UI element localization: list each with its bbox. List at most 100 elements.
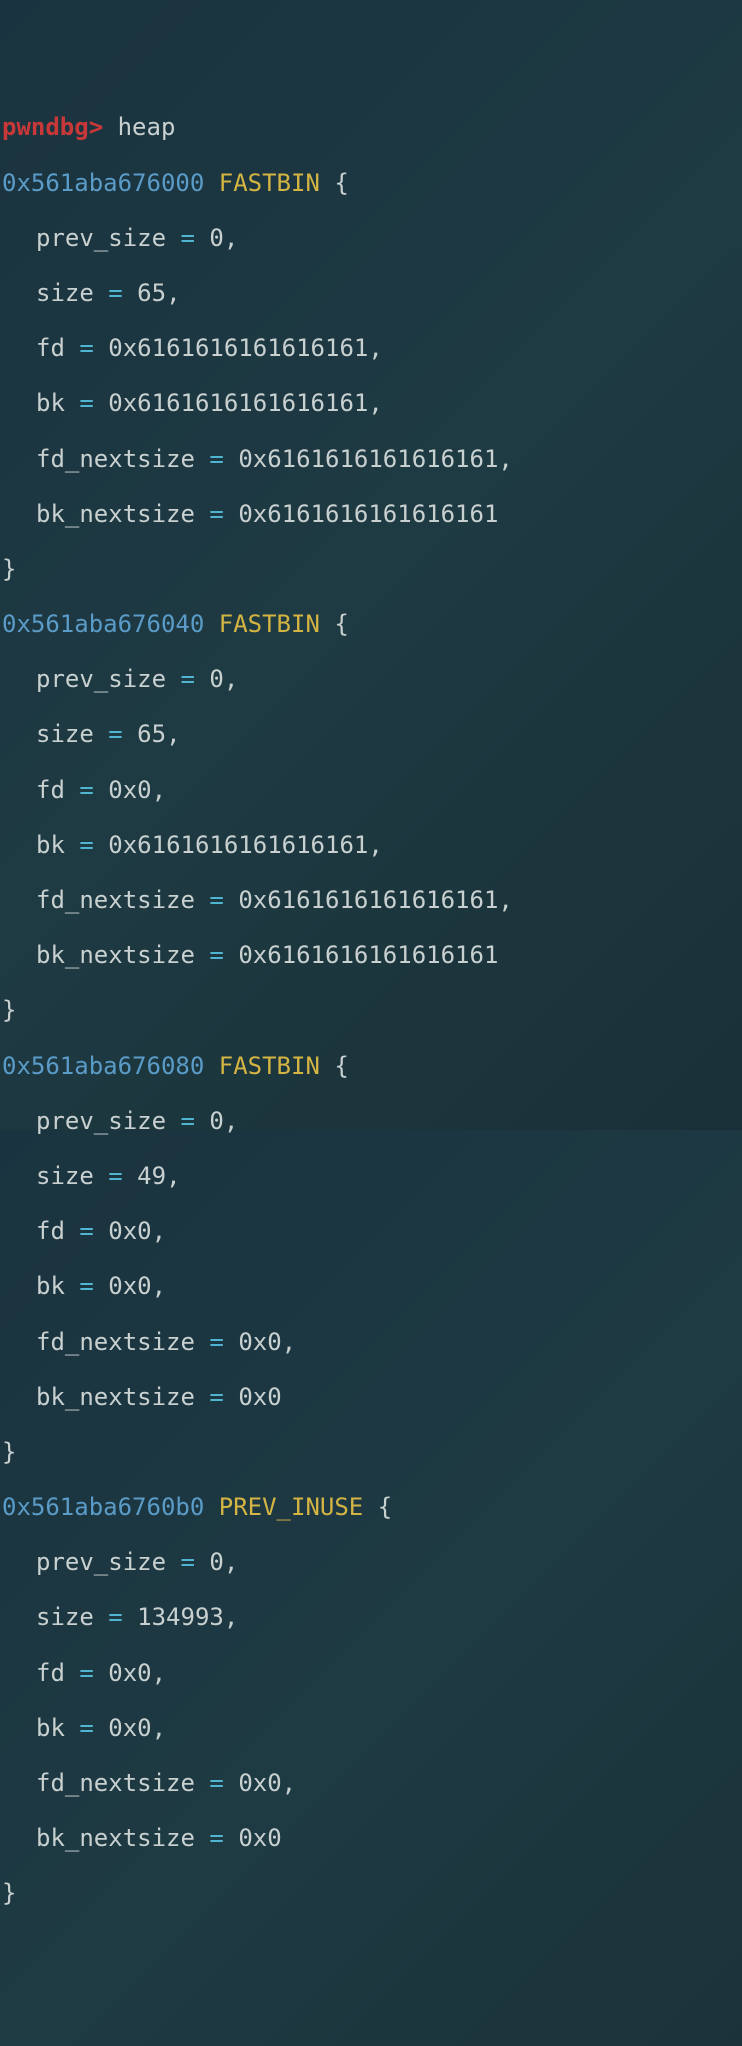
comma: , bbox=[224, 1107, 238, 1135]
close-brace: } bbox=[2, 1438, 16, 1466]
chunk-label: FASTBIN bbox=[219, 1052, 320, 1080]
field-name: bk_nextsize bbox=[36, 941, 195, 969]
open-brace: { bbox=[320, 610, 349, 638]
field-value: 0x0 bbox=[108, 1272, 151, 1300]
equals: = bbox=[94, 279, 137, 307]
field-value: 0x6161616161616161 bbox=[238, 886, 498, 914]
close-brace: } bbox=[2, 996, 16, 1024]
field-name: bk bbox=[36, 1272, 65, 1300]
field-value: 0x0 bbox=[108, 1217, 151, 1245]
field-value: 49 bbox=[137, 1162, 166, 1190]
equals: = bbox=[65, 334, 108, 362]
chunk-address: 0x561aba676000 bbox=[2, 169, 204, 197]
chunk-field: fd = 0x0, bbox=[2, 1660, 740, 1688]
comma: , bbox=[224, 665, 238, 693]
chunk-field: bk = 0x6161616161616161, bbox=[2, 832, 740, 860]
field-name: fd bbox=[36, 776, 65, 804]
field-value: 65 bbox=[137, 279, 166, 307]
equals: = bbox=[94, 720, 137, 748]
field-name: size bbox=[36, 720, 94, 748]
command-text: heap bbox=[118, 113, 176, 141]
comma: , bbox=[368, 831, 382, 859]
field-value: 0 bbox=[209, 1107, 223, 1135]
comma: , bbox=[224, 1603, 238, 1631]
chunk-field: bk = 0x6161616161616161, bbox=[2, 390, 740, 418]
equals: = bbox=[65, 831, 108, 859]
comma: , bbox=[152, 776, 166, 804]
comma: , bbox=[368, 334, 382, 362]
field-value: 0x0 bbox=[108, 776, 151, 804]
field-name: bk_nextsize bbox=[36, 1383, 195, 1411]
field-name: fd_nextsize bbox=[36, 1769, 195, 1797]
equals: = bbox=[94, 1162, 137, 1190]
field-name: size bbox=[36, 1603, 94, 1631]
chunk-field: bk_nextsize = 0x6161616161616161 bbox=[2, 942, 740, 970]
field-name: fd bbox=[36, 1217, 65, 1245]
chunk-field: fd = 0x6161616161616161, bbox=[2, 335, 740, 363]
chunk-field: size = 65, bbox=[2, 721, 740, 749]
chunk-field: fd_nextsize = 0x6161616161616161, bbox=[2, 887, 740, 915]
chunk-field: bk_nextsize = 0x0 bbox=[2, 1384, 740, 1412]
field-name: prev_size bbox=[36, 224, 166, 252]
close-brace-line: } bbox=[2, 1880, 740, 1908]
field-value: 65 bbox=[137, 720, 166, 748]
field-value: 0x0 bbox=[108, 1714, 151, 1742]
chunk-field: fd = 0x0, bbox=[2, 777, 740, 805]
prompt-line[interactable]: pwndbg> heap bbox=[2, 114, 740, 142]
field-value: 0x0 bbox=[108, 1659, 151, 1687]
field-name: fd bbox=[36, 1659, 65, 1687]
equals: = bbox=[195, 941, 238, 969]
field-value: 0 bbox=[209, 1548, 223, 1576]
open-brace: { bbox=[320, 169, 349, 197]
close-brace-line: } bbox=[2, 1439, 740, 1467]
equals: = bbox=[195, 445, 238, 473]
chunk-field: prev_size = 0, bbox=[2, 1549, 740, 1577]
field-name: fd_nextsize bbox=[36, 886, 195, 914]
field-value: 0x6161616161616161 bbox=[108, 831, 368, 859]
chunk-field: size = 49, bbox=[2, 1163, 740, 1191]
chunk-address: 0x561aba676080 bbox=[2, 1052, 204, 1080]
field-value: 0 bbox=[209, 224, 223, 252]
comma: , bbox=[166, 1162, 180, 1190]
chunk-field: prev_size = 0, bbox=[2, 225, 740, 253]
comma: , bbox=[282, 1328, 296, 1356]
equals: = bbox=[65, 1714, 108, 1742]
field-value: 0x6161616161616161 bbox=[108, 389, 368, 417]
equals: = bbox=[166, 1107, 209, 1135]
equals: = bbox=[195, 500, 238, 528]
chunk-field: size = 65, bbox=[2, 280, 740, 308]
comma: , bbox=[224, 1548, 238, 1576]
chunk-field: prev_size = 0, bbox=[2, 666, 740, 694]
chunk-header: 0x561aba676000 FASTBIN { bbox=[2, 170, 740, 198]
chunk-header: 0x561aba676080 FASTBIN { bbox=[2, 1053, 740, 1081]
comma: , bbox=[166, 720, 180, 748]
field-name: prev_size bbox=[36, 1107, 166, 1135]
chunk-address: 0x561aba676040 bbox=[2, 610, 204, 638]
equals: = bbox=[195, 1769, 238, 1797]
field-name: fd bbox=[36, 334, 65, 362]
field-name: size bbox=[36, 1162, 94, 1190]
field-name: bk_nextsize bbox=[36, 500, 195, 528]
field-value: 0x0 bbox=[238, 1328, 281, 1356]
field-value: 0x0 bbox=[238, 1824, 281, 1852]
equals: = bbox=[65, 776, 108, 804]
close-brace: } bbox=[2, 555, 16, 583]
field-value: 0x0 bbox=[238, 1383, 281, 1411]
equals: = bbox=[166, 1548, 209, 1576]
field-value: 0x6161616161616161 bbox=[238, 500, 498, 528]
prompt-label: pwndbg> bbox=[2, 113, 103, 141]
chunk-address: 0x561aba6760b0 bbox=[2, 1493, 204, 1521]
field-name: fd_nextsize bbox=[36, 445, 195, 473]
comma: , bbox=[152, 1659, 166, 1687]
equals: = bbox=[195, 1383, 238, 1411]
chunk-field: bk_nextsize = 0x0 bbox=[2, 1825, 740, 1853]
chunk-field: size = 134993, bbox=[2, 1604, 740, 1632]
equals: = bbox=[166, 665, 209, 693]
chunk-label: PREV_INUSE bbox=[219, 1493, 364, 1521]
chunk-field: bk = 0x0, bbox=[2, 1273, 740, 1301]
field-value: 134993 bbox=[137, 1603, 224, 1631]
field-name: size bbox=[36, 279, 94, 307]
comma: , bbox=[152, 1714, 166, 1742]
comma: , bbox=[498, 886, 512, 914]
comma: , bbox=[224, 224, 238, 252]
